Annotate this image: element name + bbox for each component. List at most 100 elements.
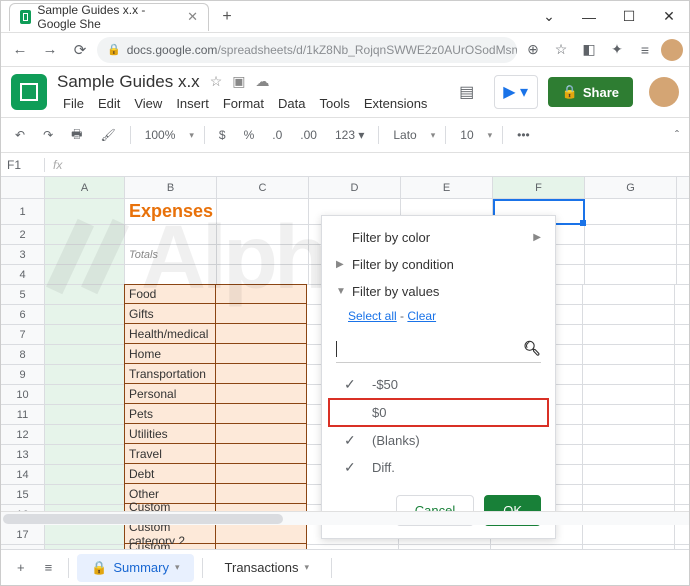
row-header[interactable]: 11 xyxy=(1,405,45,424)
cell[interactable] xyxy=(215,364,307,384)
filter-search-input[interactable] xyxy=(336,341,523,357)
cell[interactable] xyxy=(45,485,125,504)
menu-insert[interactable]: Insert xyxy=(170,94,215,113)
cell[interactable] xyxy=(217,245,309,264)
sheet-tab-summary[interactable]: 🔒 Summary ▾ xyxy=(77,554,193,582)
zoom-select[interactable]: 100% xyxy=(141,126,180,144)
menu-view[interactable]: View xyxy=(128,94,168,113)
menu-extensions[interactable]: Extensions xyxy=(358,94,434,113)
menu-data[interactable]: Data xyxy=(272,94,311,113)
cell[interactable] xyxy=(215,344,307,364)
meeting-button[interactable]: ▶ ▾ xyxy=(494,75,538,109)
select-all-corner[interactable] xyxy=(1,177,45,198)
cell[interactable] xyxy=(45,365,125,384)
number-format-select[interactable]: 123 ▾ xyxy=(331,126,368,144)
cell[interactable] xyxy=(215,444,307,464)
filter-value-item[interactable]: ✓(Blanks) xyxy=(322,427,555,454)
cell[interactable] xyxy=(125,265,217,284)
user-avatar[interactable] xyxy=(649,77,679,107)
cell[interactable] xyxy=(45,445,125,464)
col-header-b[interactable]: B xyxy=(125,177,217,198)
cell[interactable]: Debt xyxy=(124,464,216,484)
row-header[interactable]: 6 xyxy=(1,305,45,324)
decrease-decimal-button[interactable]: .0 xyxy=(268,126,286,144)
row-header[interactable]: 13 xyxy=(1,445,45,464)
cell[interactable] xyxy=(215,484,307,504)
row-header[interactable]: 12 xyxy=(1,425,45,444)
extensions-icon[interactable]: ✦ xyxy=(605,38,629,62)
cell[interactable] xyxy=(45,285,125,304)
new-tab-button[interactable]: + xyxy=(215,5,239,29)
row-header[interactable]: 14 xyxy=(1,465,45,484)
cell[interactable] xyxy=(215,464,307,484)
print-button[interactable]: 🖶 xyxy=(67,123,86,148)
row-header[interactable]: 8 xyxy=(1,345,45,364)
cell[interactable] xyxy=(583,405,675,424)
paint-format-button[interactable]: 🖌 xyxy=(96,126,119,144)
filter-by-condition[interactable]: ▶ Filter by condition xyxy=(322,251,555,278)
cell[interactable] xyxy=(215,284,307,304)
cell[interactable] xyxy=(215,324,307,344)
cell[interactable] xyxy=(45,385,125,404)
horizontal-scrollbar[interactable] xyxy=(1,511,689,525)
cell[interactable] xyxy=(215,384,307,404)
redo-button[interactable]: ↷ xyxy=(39,126,57,144)
star-icon[interactable]: ☆ xyxy=(210,73,223,90)
filter-value-item[interactable]: ✓Diff. xyxy=(322,454,555,481)
cell[interactable] xyxy=(583,365,675,384)
menu-file[interactable]: File xyxy=(57,94,90,113)
cell[interactable] xyxy=(583,465,675,484)
col-header-g[interactable]: G xyxy=(585,177,677,198)
row-header[interactable]: 10 xyxy=(1,385,45,404)
row-header[interactable]: 4 xyxy=(1,265,45,284)
cell[interactable] xyxy=(583,525,675,544)
close-tab-icon[interactable]: ✕ xyxy=(187,9,198,25)
filter-by-color[interactable]: Filter by color ▶ xyxy=(322,224,555,251)
cell[interactable] xyxy=(583,345,675,364)
cell[interactable] xyxy=(215,304,307,324)
cell[interactable] xyxy=(45,465,125,484)
add-sheet-button[interactable]: + xyxy=(9,556,33,579)
filter-value-item[interactable]: ✓-$50 xyxy=(322,371,555,398)
cell[interactable] xyxy=(583,385,675,404)
menu-edit[interactable]: Edit xyxy=(92,94,126,113)
cell[interactable] xyxy=(45,325,125,344)
cell[interactable] xyxy=(45,345,125,364)
sheets-logo[interactable] xyxy=(11,74,47,110)
cell[interactable] xyxy=(45,225,125,244)
row-header[interactable]: 15 xyxy=(1,485,45,504)
translate-icon[interactable]: ◧ xyxy=(577,38,601,62)
filter-value-item[interactable]: $0 xyxy=(328,398,549,427)
window-caret-icon[interactable]: ⌄ xyxy=(529,2,569,32)
cell[interactable]: Travel xyxy=(124,444,216,464)
cell[interactable] xyxy=(215,404,307,424)
cloud-status-icon[interactable]: ☁ xyxy=(255,73,269,90)
cell[interactable]: Gifts xyxy=(124,304,216,324)
cell[interactable]: Utilities xyxy=(124,424,216,444)
currency-button[interactable]: $ xyxy=(215,126,230,144)
col-header-c[interactable]: C xyxy=(217,177,309,198)
cell[interactable] xyxy=(45,425,125,444)
cell[interactable] xyxy=(45,525,125,544)
bookmark-icon[interactable]: ☆ xyxy=(549,38,573,62)
row-header[interactable]: 7 xyxy=(1,325,45,344)
cell[interactable]: Pets xyxy=(124,404,216,424)
all-sheets-button[interactable]: ≡ xyxy=(37,556,61,579)
cell[interactable]: Transportation xyxy=(124,364,216,384)
col-header-f[interactable]: F xyxy=(493,177,585,198)
select-all-link[interactable]: Select all xyxy=(348,309,397,323)
filter-search[interactable]: 🔍︎ xyxy=(336,335,541,363)
undo-button[interactable]: ↶ xyxy=(11,126,29,144)
collapse-toolbar-button[interactable]: ˆ xyxy=(675,128,679,142)
cell[interactable] xyxy=(585,225,677,244)
row-header[interactable]: 1 xyxy=(1,199,45,224)
reload-button[interactable]: ⟳ xyxy=(67,37,93,63)
cell[interactable]: Food xyxy=(124,284,216,304)
cell[interactable] xyxy=(45,305,125,324)
row-header[interactable]: 17 xyxy=(1,525,45,544)
cell[interactable] xyxy=(583,445,675,464)
cell[interactable] xyxy=(45,245,125,264)
col-header-d[interactable]: D xyxy=(309,177,401,198)
cell[interactable] xyxy=(583,285,675,304)
cell[interactable] xyxy=(215,524,307,544)
